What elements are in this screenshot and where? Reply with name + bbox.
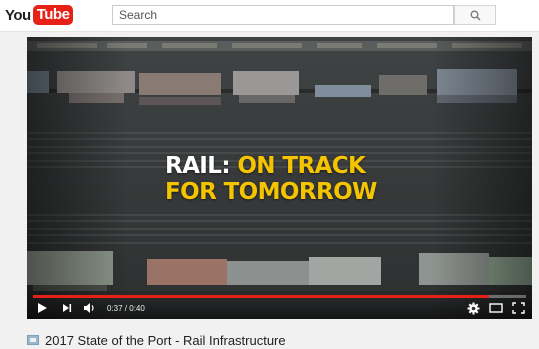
video-headline: RAIL: ON TRACK FOR TOMORROW: [165, 153, 377, 205]
current-time: 0:37: [107, 304, 123, 313]
theater-mode-button[interactable]: [489, 301, 503, 315]
video-title-row: 2017 State of the Port - Rail Infrastruc…: [27, 331, 286, 349]
logo-you-text: You: [5, 6, 31, 24]
fullscreen-icon: [512, 302, 525, 314]
video-thumbnail-icon: [27, 335, 39, 345]
duration: 0:40: [129, 304, 145, 313]
top-bar: You Tube: [0, 0, 539, 32]
gear-icon: [467, 302, 480, 314]
progress-fill: [33, 295, 490, 298]
player-controls: 0:37 / 0:40: [27, 290, 532, 319]
play-button[interactable]: [36, 301, 48, 315]
video-title: 2017 State of the Port - Rail Infrastruc…: [45, 332, 286, 348]
headline-white-text: RAIL:: [165, 153, 238, 179]
time-display: 0:37 / 0:40: [107, 304, 145, 313]
theater-mode-icon: [489, 303, 503, 313]
next-icon: [63, 304, 72, 312]
headline-line-2: FOR TOMORROW: [165, 179, 377, 205]
video-player[interactable]: RAIL: ON TRACK FOR TOMORROW 0:37 / 0:40: [27, 37, 532, 319]
search-box: [112, 5, 454, 25]
progress-bar[interactable]: [33, 295, 526, 298]
logo-tube-text: Tube: [32, 5, 74, 25]
search-input[interactable]: [113, 6, 449, 24]
headline-yellow-text: ON TRACK: [237, 153, 366, 179]
next-button[interactable]: [61, 301, 73, 315]
headline-line-1: RAIL: ON TRACK: [165, 153, 377, 179]
settings-button[interactable]: [467, 301, 480, 315]
fullscreen-button[interactable]: [512, 301, 525, 315]
search-icon: [470, 10, 480, 20]
volume-button[interactable]: [83, 301, 97, 315]
search-button[interactable]: [454, 5, 496, 25]
play-icon: [38, 303, 47, 313]
volume-icon: [84, 303, 94, 313]
youtube-logo[interactable]: You Tube: [5, 5, 74, 25]
